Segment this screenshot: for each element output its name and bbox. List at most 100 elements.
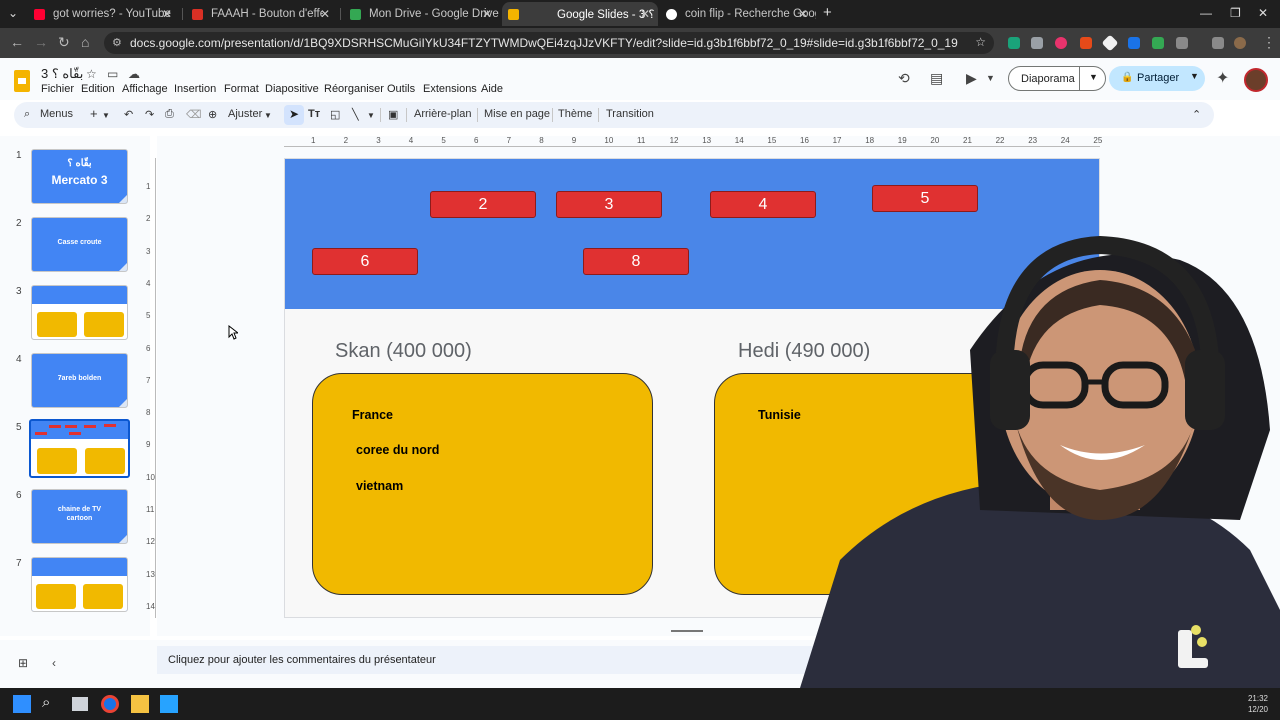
image-shape-icon[interactable]: ◱	[330, 108, 340, 121]
number-box[interactable]: 4	[710, 191, 816, 218]
extension-icon[interactable]	[1080, 37, 1092, 49]
search-icon[interactable]: ⌕	[24, 108, 30, 121]
reading-list-icon[interactable]	[1212, 37, 1224, 49]
text-box-icon[interactable]: Tт	[308, 108, 320, 120]
card-item[interactable]: France	[352, 408, 393, 422]
line-icon[interactable]: ╲	[352, 108, 359, 121]
back-icon[interactable]: ←	[10, 34, 24, 50]
browser-tab-coin-flip[interactable]: coin flip - Recherche Google ✕	[660, 2, 816, 26]
home-icon[interactable]: ⌂	[81, 34, 89, 50]
menu-fichier[interactable]: Fichier	[41, 83, 74, 95]
app-icon[interactable]	[160, 695, 178, 713]
paint-format-icon[interactable]: ⌫	[186, 108, 202, 121]
camera-extension-icon[interactable]	[1031, 37, 1043, 49]
file-explorer-icon[interactable]	[131, 695, 149, 713]
document-title[interactable]: بقّاه ؟ 3	[41, 66, 83, 82]
menu-insertion[interactable]: Insertion	[174, 83, 216, 95]
number-box[interactable]: 8	[583, 248, 689, 275]
menu-diapositive[interactable]: Diapositive	[265, 83, 319, 95]
zoom-icon[interactable]: ⊕	[208, 108, 217, 121]
speaker-notes-field[interactable]: Cliquez pour ajouter les commentaires du…	[157, 646, 817, 674]
search-menus-field[interactable]: Menus	[40, 108, 73, 120]
close-tab-icon[interactable]: ✕	[640, 7, 650, 21]
chevron-down-icon[interactable]: ▼	[367, 111, 375, 120]
menu-edition[interactable]: Edition	[81, 83, 115, 95]
redo-icon[interactable]: ↷	[145, 108, 154, 121]
new-tab-icon[interactable]: +	[823, 4, 832, 21]
menu-outils[interactable]: Outils	[387, 83, 415, 95]
background-button[interactable]: Arrière-plan	[414, 108, 471, 120]
search-icon[interactable]: ⌕	[42, 694, 50, 711]
extension-icon[interactable]	[1055, 37, 1067, 49]
chevron-down-icon[interactable]: ▼	[1089, 72, 1098, 82]
card-item[interactable]: Tunisie	[758, 408, 801, 422]
close-tab-icon[interactable]: ✕	[798, 7, 808, 21]
browser-tab-drive[interactable]: Mon Drive - Google Drive ✕	[344, 2, 500, 26]
notes-resize-handle[interactable]	[671, 630, 703, 632]
reload-icon[interactable]: ↻	[58, 34, 70, 51]
undo-icon[interactable]: ↶	[124, 108, 133, 121]
slideshow-button[interactable]: Diaporama ▼	[1008, 66, 1106, 91]
number-box[interactable]: 5	[872, 185, 978, 212]
star-icon[interactable]: ☆	[86, 67, 97, 81]
card-item[interactable]: coree du nord	[356, 443, 439, 457]
print-icon[interactable]: ⎙	[165, 108, 174, 121]
windows-start-icon[interactable]	[13, 695, 31, 713]
number-box[interactable]: 3	[556, 191, 662, 218]
account-avatar[interactable]	[1244, 68, 1268, 92]
chevron-down-icon[interactable]: ▼	[986, 73, 995, 83]
browser-menu-icon[interactable]: ⋮	[1262, 34, 1276, 51]
vertical-ruler[interactable]: 1 2 3 4 5 6 7 8 9 10 11 12 13 14	[146, 158, 156, 618]
number-box[interactable]: 6	[312, 248, 418, 275]
move-folder-icon[interactable]: ▭	[107, 67, 118, 81]
slides-logo-icon[interactable]	[14, 70, 30, 92]
close-tab-icon[interactable]: ✕	[320, 7, 330, 21]
add-comment-icon[interactable]: ▣	[388, 108, 398, 121]
slide-thumbnail-1[interactable]: بقّاه ؟ Mercato 3	[31, 149, 128, 204]
menu-aide[interactable]: Aide	[481, 83, 503, 95]
comments-icon[interactable]: ▤	[930, 70, 943, 87]
menu-affichage[interactable]: Affichage	[122, 83, 168, 95]
bookmark-star-icon[interactable]: ☆	[975, 35, 986, 49]
extensions-puzzle-icon[interactable]	[1176, 37, 1188, 49]
theme-button[interactable]: Thème	[558, 108, 592, 120]
collapse-toolbar-icon[interactable]: ⌃	[1192, 108, 1201, 121]
url-field[interactable]: ⚙ docs.google.com/presentation/d/1BQ9XDS…	[104, 32, 994, 54]
close-window-icon[interactable]: ✕	[1258, 6, 1268, 20]
maximize-icon[interactable]: ❐	[1230, 6, 1241, 20]
slide-thumbnail-2[interactable]: Casse croute	[31, 217, 128, 272]
extension-icon[interactable]	[1101, 34, 1119, 52]
close-tab-icon[interactable]: ✕	[162, 7, 172, 21]
system-clock[interactable]: 21:32 12/20	[1248, 693, 1268, 715]
collapse-filmstrip-icon[interactable]: ‹	[52, 656, 56, 670]
tab-search-icon[interactable]: ⌄	[8, 6, 18, 20]
player-name[interactable]: Skan (400 000)	[335, 340, 472, 363]
grid-view-icon[interactable]: ⊞	[18, 656, 28, 670]
slide-thumbnail-3[interactable]	[31, 285, 128, 340]
transition-button[interactable]: Transition	[606, 108, 654, 120]
chrome-icon[interactable]	[101, 695, 119, 713]
extension-icon[interactable]	[1008, 37, 1020, 49]
horizontal-ruler[interactable]: 1 2 3 4 5 6 7 8 9 10 11 12 13 14 15 16 17 18 19 20 21 22 23 24 2…	[284, 136, 1102, 148]
slide-thumbnail-6[interactable]: chaine de TV cartoon	[31, 489, 128, 544]
browser-tab-youtube[interactable]: got worries? - YouTube ✕	[28, 2, 180, 26]
browser-tab-faaah[interactable]: FAAAH - Bouton d'effet sonore ✕	[186, 2, 338, 26]
layout-button[interactable]: Mise en page	[484, 108, 550, 120]
share-button[interactable]: 🔒 Partager ▼	[1109, 66, 1205, 91]
menu-reorganiser[interactable]: Réorganiser	[324, 83, 384, 95]
number-box[interactable]: 2	[430, 191, 536, 218]
forward-icon[interactable]: →	[34, 34, 48, 50]
slide-thumbnail-7[interactable]	[31, 557, 128, 612]
chevron-down-icon[interactable]: ▼	[264, 111, 272, 120]
profile-icon[interactable]	[1234, 37, 1246, 49]
browser-tab-slides[interactable]: Google Slides - بقّاه ؟ 3 ✕	[502, 2, 658, 26]
meet-camera-icon[interactable]: ▶	[966, 70, 977, 87]
chevron-down-icon[interactable]: ▼	[1190, 71, 1199, 81]
extension-icon[interactable]	[1152, 37, 1164, 49]
slide-thumbnail-5[interactable]	[29, 419, 130, 478]
card-item[interactable]: vietnam	[356, 479, 403, 493]
minimize-icon[interactable]: —	[1200, 6, 1212, 20]
zoom-select[interactable]: Ajuster	[228, 108, 262, 120]
menu-extensions[interactable]: Extensions	[423, 83, 477, 95]
site-info-icon[interactable]: ⚙	[112, 36, 122, 49]
